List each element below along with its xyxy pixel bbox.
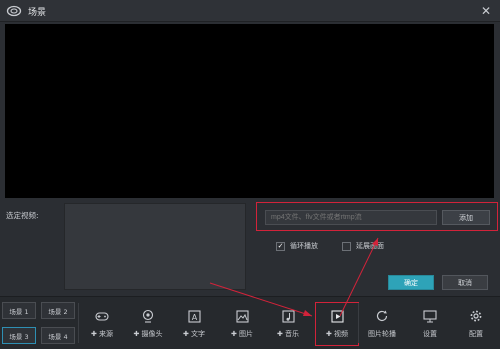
config-label: 配置 (469, 330, 483, 338)
add-camera-button[interactable]: ✚ 摄像头 (126, 302, 170, 346)
desktop-settings-button[interactable]: 设置 (408, 302, 452, 346)
scene-1-button[interactable]: 场景 1 (2, 302, 36, 319)
add-source-button[interactable]: ✚ 来源 (80, 302, 124, 346)
add-source-label: ✚ 来源 (90, 330, 114, 338)
extend-label: 延展画面 (356, 242, 384, 250)
add-text-button[interactable]: A ✚ 文字 (172, 302, 216, 346)
close-icon[interactable]: ✕ (478, 3, 494, 19)
desktop-settings-label: 设置 (423, 330, 437, 338)
add-image-button[interactable]: ✚ 图片 (220, 302, 264, 346)
source-list[interactable] (64, 203, 246, 290)
scene-3-button[interactable]: 场景 3 (2, 327, 36, 344)
add-text-label: ✚ 文字 (182, 330, 206, 338)
add-video-label: ✚ 视频 (325, 330, 349, 338)
title-bar (0, 0, 500, 22)
slideshow-label: 图片轮播 (368, 330, 396, 338)
text-icon: A (187, 309, 201, 323)
music-icon (281, 309, 295, 323)
svg-text:A: A (191, 313, 197, 322)
desktop-icon (423, 309, 437, 323)
highlight-box (256, 202, 498, 231)
add-music-button[interactable]: ✚ 音乐 (266, 302, 310, 346)
slideshow-button[interactable]: 图片轮播 (360, 302, 404, 346)
add-camera-label: ✚ 摄像头 (133, 330, 163, 338)
preview-area (5, 24, 494, 198)
scene-4-button[interactable]: 场景 4 (41, 327, 75, 344)
gear-icon (469, 309, 483, 323)
check-icon: ✓ (276, 241, 285, 251)
source-label: 选定视频: (6, 211, 39, 220)
cloud-logo-icon (6, 5, 22, 17)
loop-checkbox[interactable]: ✓ 循环播放 (276, 241, 318, 251)
webcam-icon (141, 309, 155, 323)
checkbox-box (342, 241, 351, 251)
window-title: 场景 (28, 8, 47, 18)
refresh-icon (375, 309, 389, 323)
cancel-button[interactable]: 取消 (442, 275, 488, 290)
ok-button[interactable]: 确定 (388, 275, 434, 290)
scene-2-button[interactable]: 场景 2 (41, 302, 75, 319)
divider (358, 303, 359, 343)
gamepad-icon (95, 309, 109, 323)
image-icon (235, 309, 249, 323)
video-icon (330, 309, 344, 323)
add-image-label: ✚ 图片 (230, 330, 254, 338)
add-video-button[interactable]: ✚ 视频 (315, 302, 359, 346)
add-music-label: ✚ 音乐 (276, 330, 300, 338)
divider (78, 303, 79, 343)
config-button[interactable]: 配置 (454, 302, 498, 346)
loop-label: 循环播放 (290, 242, 318, 250)
extend-checkbox[interactable]: 延展画面 (342, 241, 384, 251)
